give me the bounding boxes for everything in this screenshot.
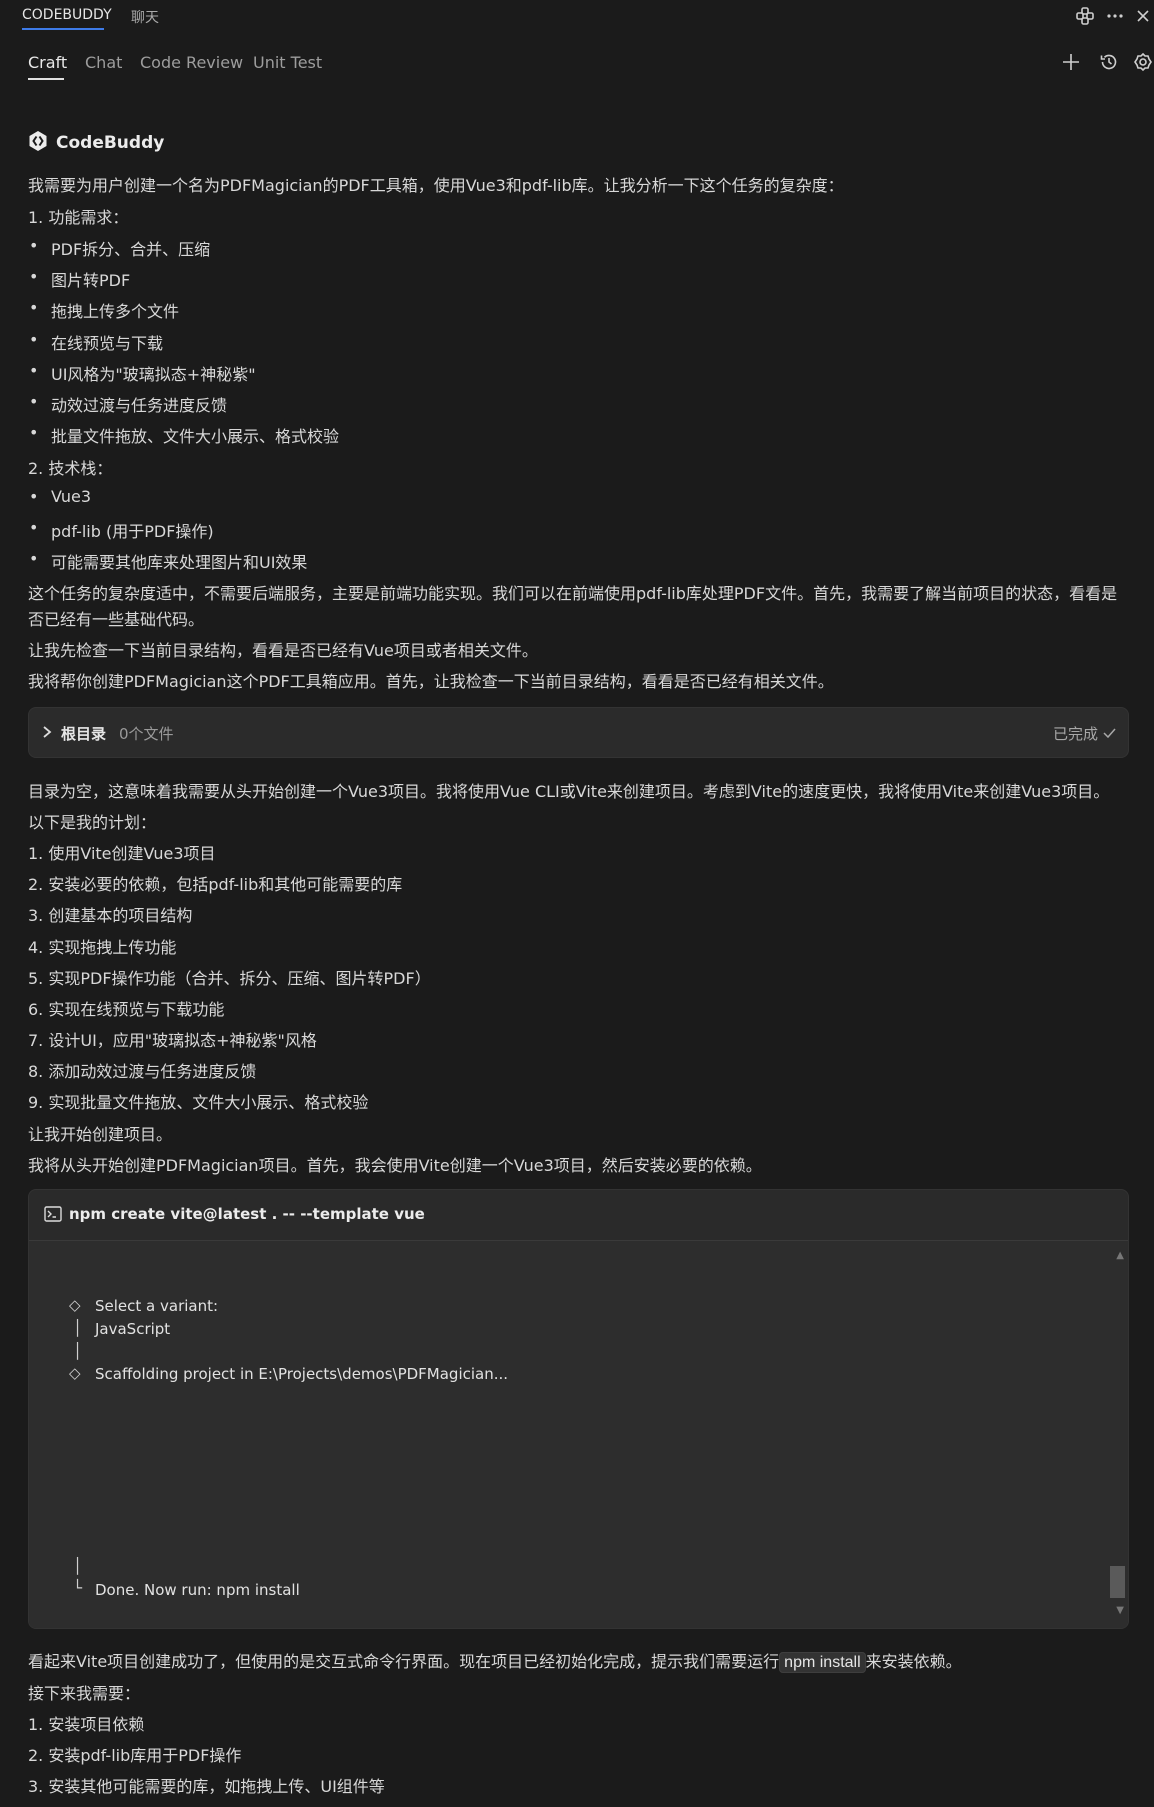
status-badge: 已完成 [1053,723,1116,744]
terminal-line: JavaScript [95,1320,171,1338]
diamond-icon: ◇ [69,1364,81,1382]
scrollbar-thumb[interactable] [1110,1566,1125,1598]
scroll-up-icon[interactable]: ▲ [1116,1250,1124,1261]
tab-code-review[interactable]: Code Review [140,53,243,72]
chevron-right-icon[interactable] [41,724,53,743]
list-item: 可能需要其他库来处理图片和UI效果 [29,549,307,573]
list-item: 图片转PDF [29,267,130,291]
paragraph-text: 来安装依赖。 [865,1652,962,1671]
plan-item: 2. 安装必要的依赖，包括pdf-lib和其他可能需要的库 [28,875,403,894]
list-item: 在线预览与下载 [29,330,163,354]
settings-icon[interactable] [1133,49,1153,75]
tab-craft[interactable]: Craft [28,53,67,72]
paragraph: 目录为空，这意味着我需要从头开始创建一个Vue3项目。我将使用Vue CLI或V… [28,782,1110,801]
list-item: 3. 安装其他可能需要的库，如拖拽上传、UI组件等 [28,1777,385,1796]
assistant-header: CodeBuddy [28,130,164,156]
status-text: 已完成 [1052,725,1098,743]
list-item: 批量文件拖放、文件大小展示、格式校验 [29,423,339,447]
section-title: 2. 技术栈： [28,459,113,478]
list-item: PDF拆分、合并、压缩 [29,236,210,260]
more-icon[interactable] [1103,4,1127,28]
directory-tool-card[interactable]: 根目录 0个文件 已完成 [28,707,1129,758]
terminal-line: Select a variant: [95,1297,219,1315]
history-icon[interactable] [1096,49,1122,75]
check-icon [1103,725,1116,743]
paragraph: 看起来Vite项目创建成功了，但使用的是交互式命令行界面。现在项目已经初始化完成… [28,1648,962,1673]
paragraph: 让我先检查一下当前目录结构，看看是否已经有Vue项目或者相关文件。 [28,641,538,660]
plan-item: 9. 实现批量文件拖放、文件大小展示、格式校验 [28,1093,369,1112]
plan-item: 6. 实现在线预览与下载功能 [28,1000,225,1019]
terminal-output[interactable]: ◇ Select a variant: │ JavaScript │ ◇ Sca… [29,1241,1128,1628]
tab-chat[interactable]: Chat [85,53,122,72]
add-icon[interactable] [1058,49,1084,75]
list-item: UI风格为"玻璃拟态+神秘紫" [29,361,256,385]
plan-item: 3. 创建基本的项目结构 [28,906,193,925]
terminal-pipe: │ [73,1319,83,1337]
paragraph: 接下来我需要： [28,1684,141,1703]
top-tab-active-indicator [22,28,104,30]
close-icon[interactable] [1133,4,1153,28]
list-item: 拖拽上传多个文件 [29,298,179,322]
list-item: pdf-lib (用于PDF操作) [29,518,214,542]
top-tab-chat[interactable]: 聊天 [131,7,159,27]
section-title: 1. 功能需求： [28,208,129,227]
scroll-down-icon[interactable]: ▼ [1116,1605,1124,1616]
paragraph: 这个任务的复杂度适中，不需要后端服务，主要是前端功能实现。我们可以在前端使用pd… [28,584,1118,603]
diamond-icon: ◇ [69,1296,81,1314]
top-bar: CODEBUDDY 聊天 [0,0,1154,32]
terminal-line: Scaffolding project in E:\Projects\demos… [95,1365,509,1383]
terminal-corner: └ [73,1579,83,1597]
plan-item: 5. 实现PDF操作功能（合并、拆分、压缩、图片转PDF） [28,969,431,988]
terminal-card: npm create vite@latest . -- --template v… [28,1189,1129,1629]
terminal-line: Done. Now run: npm install [95,1581,300,1599]
list-item: 2. 安装pdf-lib库用于PDF操作 [28,1746,242,1765]
inline-code: npm install [779,1652,866,1673]
paragraph: 以下是我的计划： [28,813,157,832]
plan-item: 8. 添加动效过渡与任务进度反馈 [28,1062,257,1081]
directory-title: 根目录 [61,725,107,743]
paragraph: 让我开始创建项目。 [28,1125,173,1144]
assistant-name: CodeBuddy [56,133,165,153]
paragraph: 我将帮你创建PDFMagician这个PDF工具箱应用。首先，让我检查一下当前目… [28,672,834,691]
intro-text: 我需要为用户创建一个名为PDFMagician的PDF工具箱，使用Vue3和pd… [28,176,844,195]
paragraph-text: 看起来Vite项目创建成功了，但使用的是交互式命令行界面。现在项目已经初始化完成… [28,1652,780,1671]
tab-active-indicator [28,78,64,80]
list-item: 1. 安装项目依赖 [28,1715,145,1734]
top-tab-codebuddy[interactable]: CODEBUDDY [22,7,112,23]
terminal-icon [44,1206,62,1226]
paragraph: 我将从头开始创建PDFMagician项目。首先，我会使用Vite创建一个Vue… [28,1156,762,1175]
plan-item: 7. 设计UI，应用"玻璃拟态+神秘紫"风格 [28,1031,317,1050]
plan-item: 1. 使用Vite创建Vue3项目 [28,844,216,863]
terminal-pipe: │ [73,1557,83,1575]
file-count: 0个文件 [119,725,174,743]
list-item: 动效过渡与任务进度反馈 [29,392,227,416]
codebuddy-logo-icon [28,130,48,156]
extensions-icon[interactable] [1073,4,1097,28]
list-item: Vue3 [29,487,91,506]
plan-item: 4. 实现拖拽上传功能 [28,938,177,957]
terminal-pipe: │ [73,1342,83,1360]
tab-unit-test[interactable]: Unit Test [253,53,322,72]
terminal-command: npm create vite@latest . -- --template v… [69,1205,425,1223]
terminal-header: npm create vite@latest . -- --template v… [29,1190,1128,1241]
paragraph: 否已经有一些基础代码。 [28,610,205,629]
